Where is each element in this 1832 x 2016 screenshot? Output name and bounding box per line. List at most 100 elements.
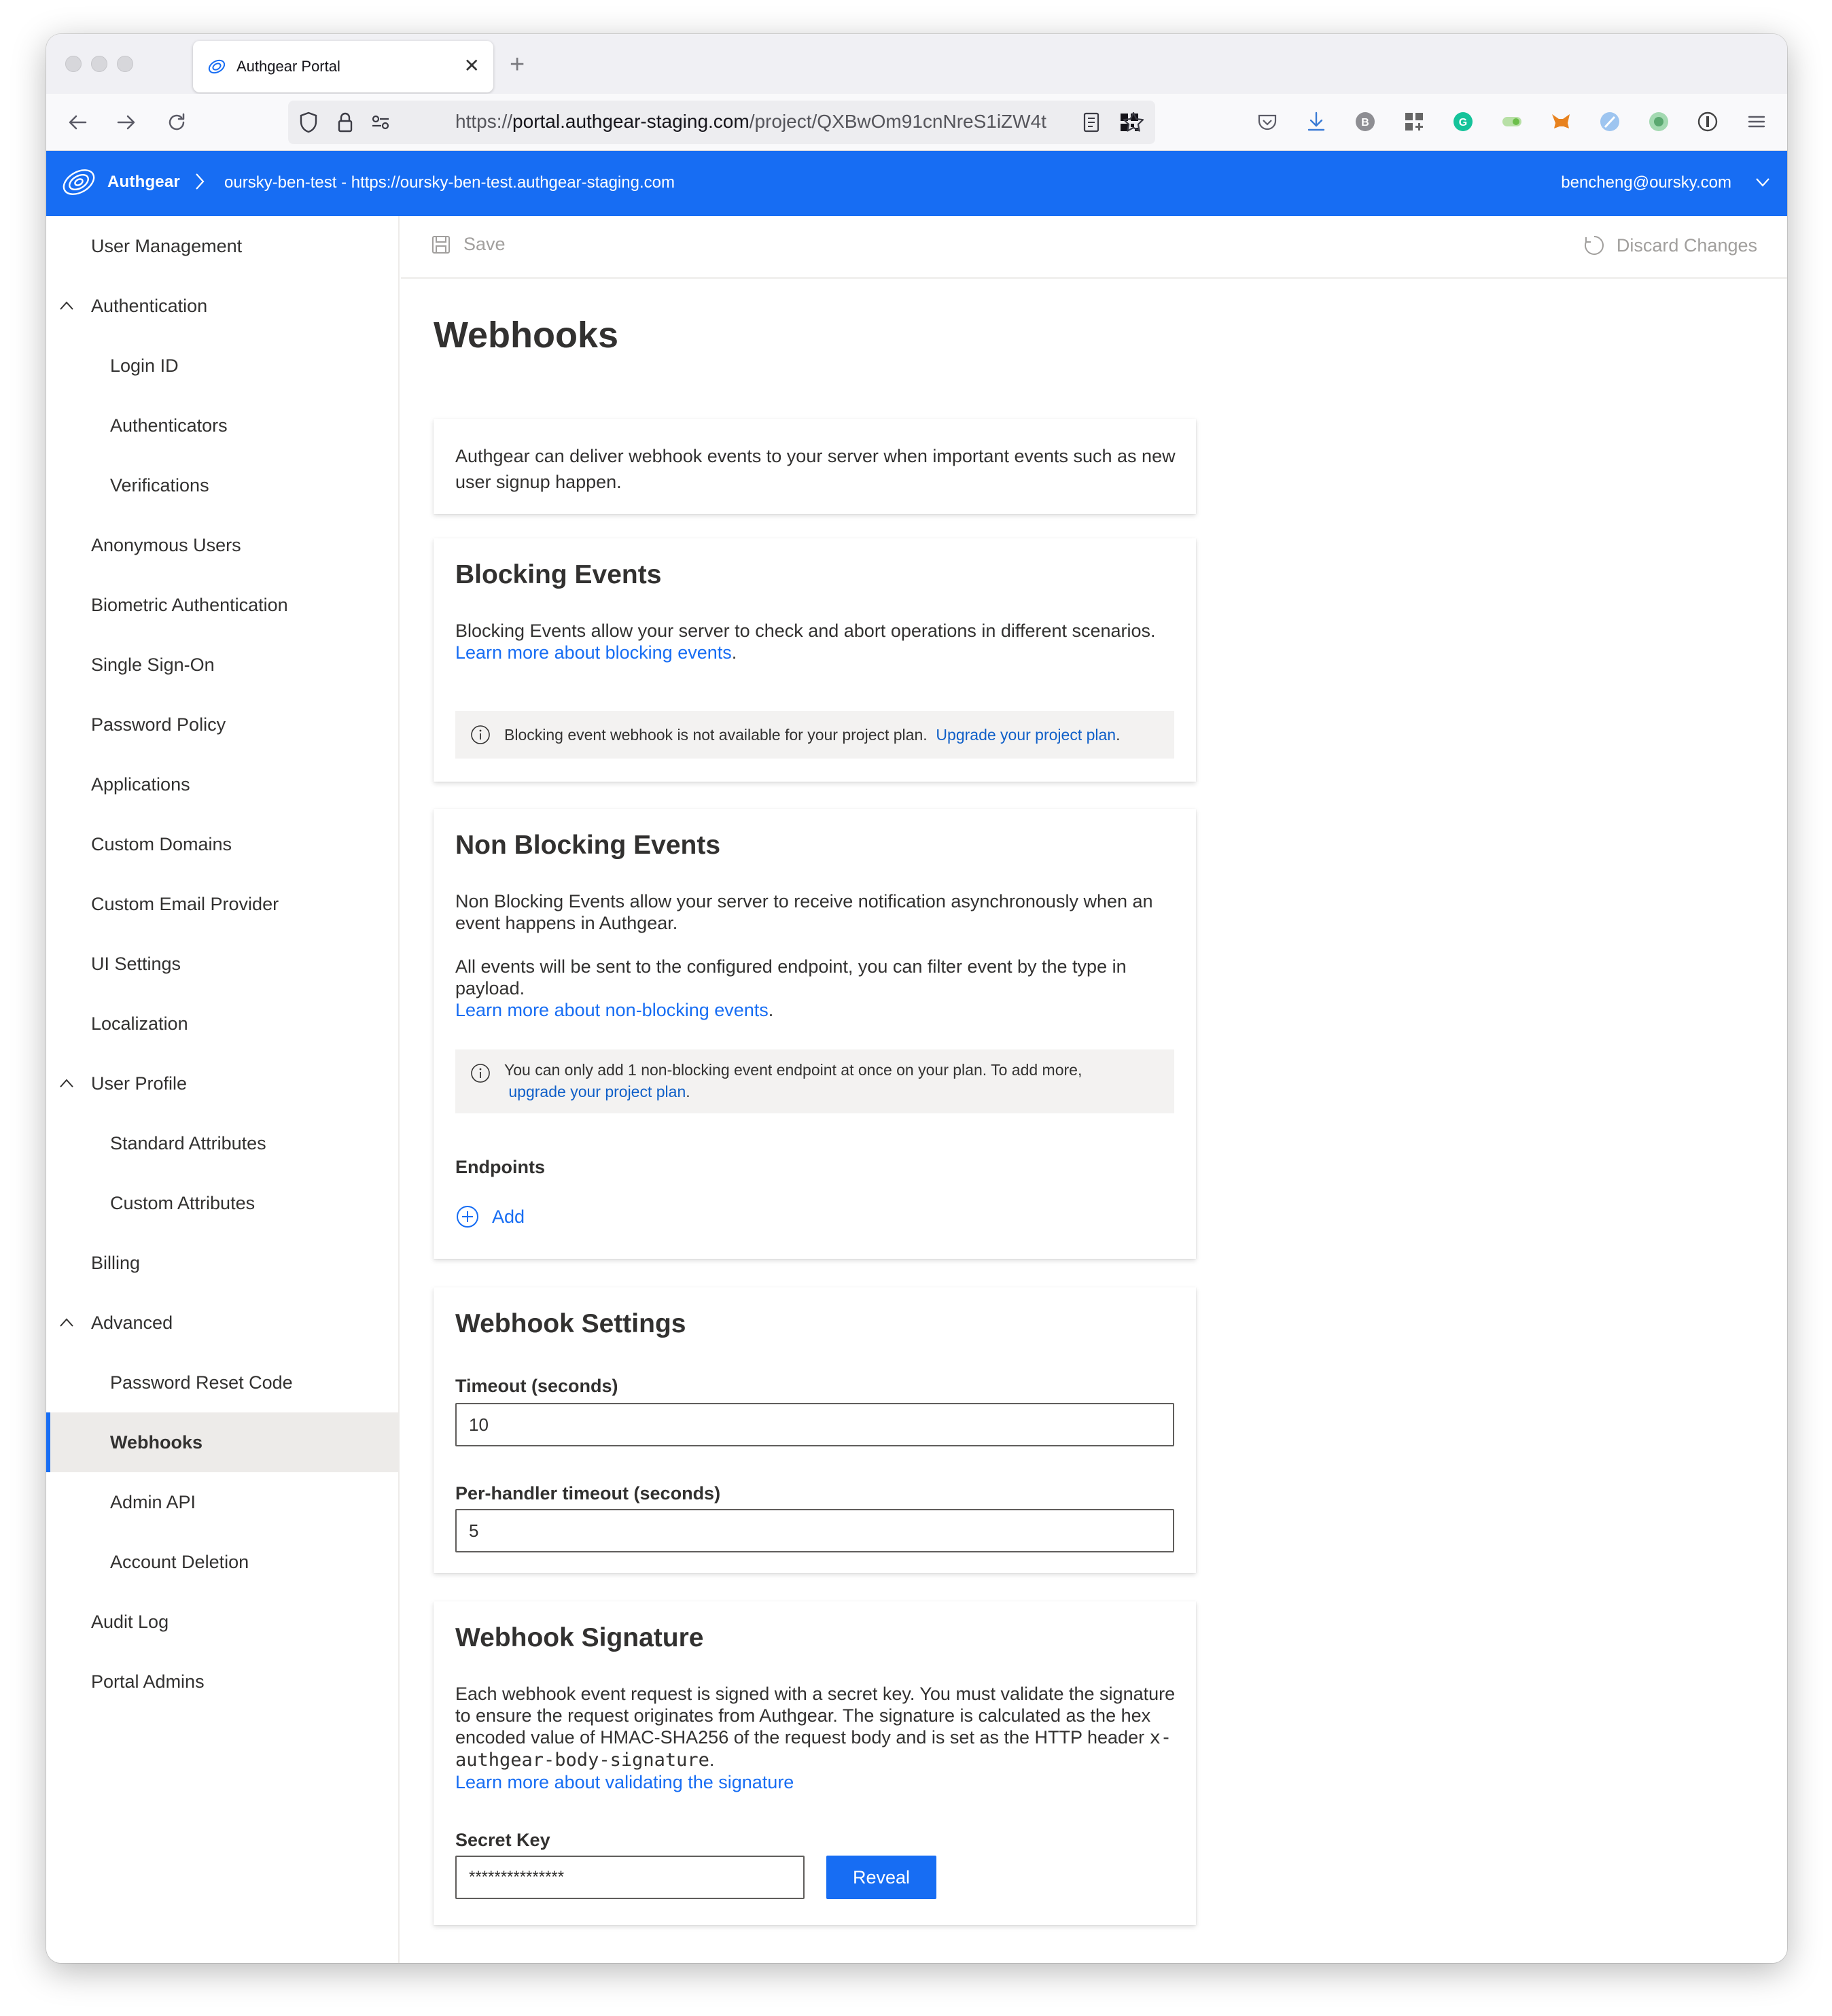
- sidebar-item-label: Custom Attributes: [110, 1192, 256, 1213]
- sidebar-item-ui-settings[interactable]: UI Settings: [46, 934, 400, 994]
- sidebar-item-biometric-authentication[interactable]: Biometric Authentication: [46, 575, 400, 635]
- timeout-input[interactable]: 10: [455, 1403, 1174, 1446]
- sidebar-item-password-policy[interactable]: Password Policy: [46, 695, 400, 754]
- pocket-icon[interactable]: [1256, 110, 1279, 133]
- main-content: Webhooks Authgear can deliver webhook ev…: [401, 279, 1787, 1963]
- blocking-notice-text: Blocking event webhook is not available …: [504, 726, 928, 744]
- permissions-icon[interactable]: [368, 110, 393, 135]
- extension-globe-icon[interactable]: [1647, 110, 1670, 133]
- sidebar-item-label: Login ID: [110, 355, 179, 376]
- sidebar-item-admin-api[interactable]: Admin API: [46, 1472, 400, 1532]
- blocking-events-card: Blocking Events Blocking Events allow yo…: [434, 538, 1196, 782]
- sidebar-item-user-profile[interactable]: User Profile: [46, 1054, 400, 1113]
- non-blocking-description-2: All events will be sent to the configure…: [455, 956, 1176, 1021]
- sidebar-item-label: Localization: [91, 1013, 188, 1034]
- close-window-button[interactable]: [65, 56, 82, 72]
- browser-tab[interactable]: Authgear Portal ✕: [193, 41, 493, 92]
- sidebar-item-user-management[interactable]: User Management: [46, 216, 400, 276]
- metamask-fox-icon[interactable]: [1549, 110, 1572, 133]
- url-path: /project/QXBwOm91cnNreS1iZW4t: [749, 111, 1046, 132]
- secret-key-label: Secret Key: [455, 1830, 550, 1850]
- info-icon: [471, 1064, 490, 1083]
- sidebar-item-label: Admin API: [110, 1491, 196, 1512]
- sidebar-item-billing[interactable]: Billing: [46, 1233, 400, 1293]
- chevron-down-icon[interactable]: [1755, 175, 1771, 189]
- sidebar-item-account-deletion[interactable]: Account Deletion: [46, 1532, 400, 1592]
- save-button[interactable]: Save: [431, 234, 506, 255]
- sidebar-item-advanced[interactable]: Advanced: [46, 1293, 400, 1353]
- shield-icon[interactable]: [296, 110, 321, 135]
- sidebar-item-applications[interactable]: Applications: [46, 754, 400, 814]
- sidebar-item-localization[interactable]: Localization: [46, 994, 400, 1054]
- sidebar-item-label: Anonymous Users: [91, 534, 241, 555]
- sidebar-item-authentication[interactable]: Authentication: [46, 276, 400, 336]
- webhook-signature-description: Each webhook event request is signed wit…: [455, 1683, 1176, 1793]
- extension-grid-icon[interactable]: [1403, 110, 1426, 133]
- sidebar-item-login-id[interactable]: Login ID: [46, 336, 400, 396]
- download-icon[interactable]: [1305, 110, 1328, 133]
- grammarly-icon[interactable]: G: [1451, 110, 1475, 133]
- url-bar[interactable]: https://portal.authgear-staging.com/proj…: [288, 101, 1155, 144]
- sidebar-item-anonymous-users[interactable]: Anonymous Users: [46, 515, 400, 575]
- sidebar-item-custom-domains[interactable]: Custom Domains: [46, 814, 400, 874]
- forward-arrow-icon[interactable]: [114, 110, 139, 135]
- reader-view-icon[interactable]: [1079, 110, 1104, 135]
- bookmark-star-icon[interactable]: [1121, 110, 1146, 135]
- upgrade-plan-link[interactable]: Upgrade your project plan: [936, 726, 1116, 744]
- sidebar-item-audit-log[interactable]: Audit Log: [46, 1592, 400, 1652]
- menu-hamburger-icon[interactable]: [1745, 110, 1768, 133]
- back-arrow-icon[interactable]: [65, 110, 90, 135]
- sidebar-item-label: Advanced: [91, 1312, 173, 1333]
- secret-key-input[interactable]: ***************: [455, 1856, 805, 1899]
- sidebar-item-single-sign-on[interactable]: Single Sign-On: [46, 635, 400, 695]
- refresh-icon: [1584, 236, 1604, 255]
- reveal-button[interactable]: Reveal: [826, 1856, 936, 1899]
- sidebar-item-label: Single Sign-On: [91, 654, 215, 675]
- brand-name[interactable]: Authgear: [107, 173, 180, 192]
- tab-title: Authgear Portal: [236, 58, 340, 75]
- url-text[interactable]: https://portal.authgear-staging.com/proj…: [455, 111, 1067, 133]
- validating-signature-link[interactable]: Learn more about validating the signatur…: [455, 1772, 794, 1792]
- tab-close-icon[interactable]: ✕: [464, 54, 480, 77]
- upgrade-plan-link[interactable]: upgrade your project plan: [508, 1083, 686, 1100]
- sidebar-item-label: Custom Domains: [91, 833, 232, 854]
- add-endpoint-button[interactable]: Add: [455, 1204, 525, 1229]
- sidebar-item-label: Audit Log: [91, 1611, 169, 1632]
- project-breadcrumb[interactable]: oursky-ben-test - https://oursky-ben-tes…: [224, 173, 675, 192]
- zoom-window-button[interactable]: [117, 56, 133, 72]
- add-circle-icon: [457, 1206, 478, 1228]
- sidebar-item-password-reset-code[interactable]: Password Reset Code: [46, 1353, 400, 1412]
- sidebar-item-portal-admins[interactable]: Portal Admins: [46, 1652, 400, 1711]
- add-label: Add: [492, 1206, 525, 1227]
- minimize-window-button[interactable]: [91, 56, 107, 72]
- sidebar-item-label: UI Settings: [91, 953, 181, 974]
- blocking-events-title: Blocking Events: [455, 560, 662, 589]
- authgear-logo-icon[interactable]: [60, 163, 98, 201]
- chevron-up-icon: [60, 301, 73, 310]
- extension-feather-icon[interactable]: [1598, 110, 1621, 133]
- sidebar-item-verifications[interactable]: Verifications: [46, 455, 400, 515]
- non-blocking-learn-more-link[interactable]: Learn more about non-blocking events: [455, 1000, 769, 1020]
- sidebar-item-label: Billing: [91, 1252, 141, 1273]
- sidebar-item-standard-attributes[interactable]: Standard Attributes: [46, 1113, 400, 1173]
- password-manager-icon[interactable]: [1696, 110, 1719, 133]
- webhook-settings-title: Webhook Settings: [455, 1309, 686, 1338]
- sidebar-item-webhooks[interactable]: Webhooks: [46, 1412, 400, 1472]
- period: .: [686, 1083, 690, 1100]
- reload-icon[interactable]: [164, 110, 189, 135]
- page-title: Webhooks: [434, 315, 619, 355]
- extension-b-icon[interactable]: B: [1354, 110, 1377, 133]
- sidebar-item-custom-email-provider[interactable]: Custom Email Provider: [46, 874, 400, 934]
- lock-icon[interactable]: [333, 110, 357, 135]
- extension-toggle-icon[interactable]: [1500, 110, 1523, 133]
- sidebar-item-authenticators[interactable]: Authenticators: [46, 396, 400, 455]
- discard-label: Discard Changes: [1616, 234, 1757, 256]
- sidebar-item-label: Account Deletion: [110, 1551, 249, 1572]
- user-email[interactable]: bencheng@oursky.com: [1561, 173, 1731, 192]
- sidebar-item-custom-attributes[interactable]: Custom Attributes: [46, 1173, 400, 1233]
- command-bar: Save Discard Changes: [401, 216, 1787, 279]
- new-tab-button[interactable]: +: [510, 52, 525, 77]
- per-handler-timeout-input[interactable]: 5: [455, 1509, 1174, 1552]
- discard-changes-button[interactable]: Discard Changes: [1583, 234, 1757, 257]
- blocking-events-learn-more-link[interactable]: Learn more about blocking events: [455, 642, 732, 663]
